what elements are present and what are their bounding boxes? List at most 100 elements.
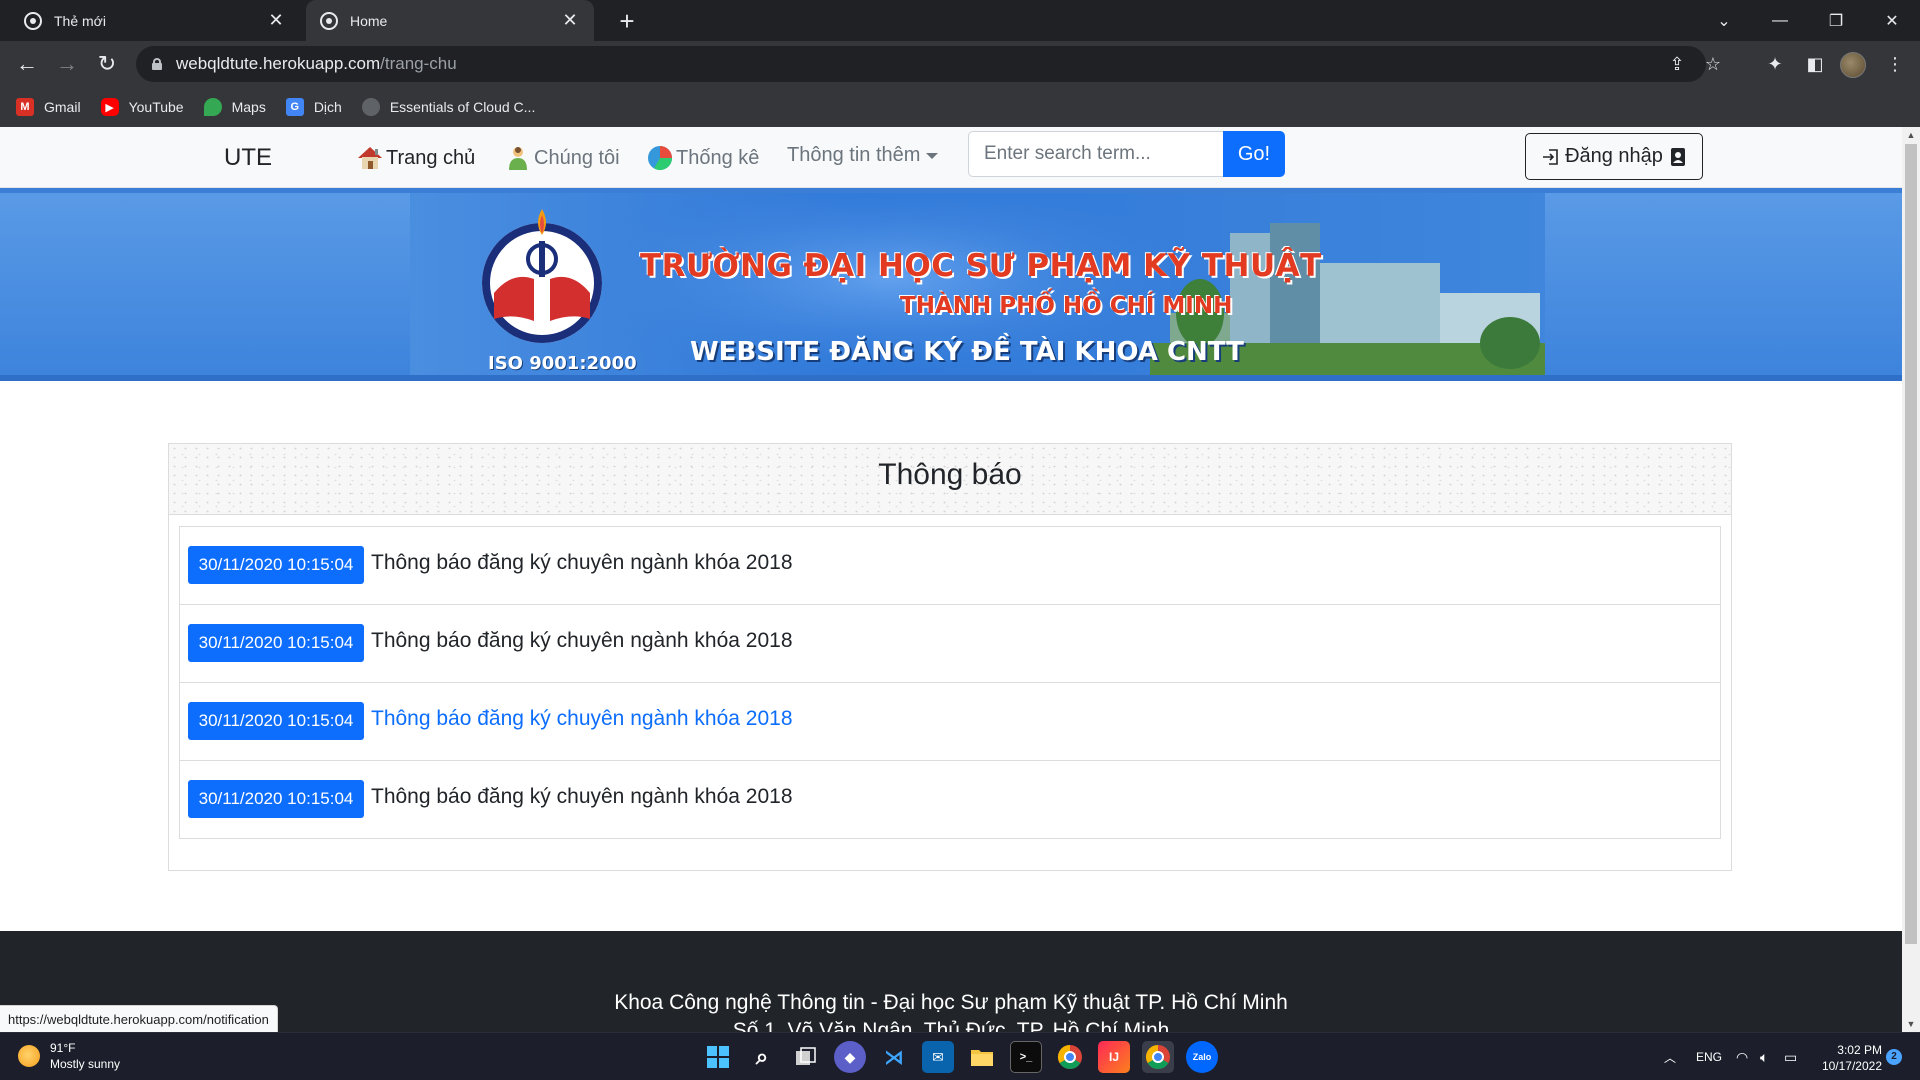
tab-title: Thẻ mới: [54, 12, 106, 29]
notification-badge[interactable]: 2: [1886, 1049, 1902, 1065]
site-footer: Khoa Công nghệ Thông tin - Đại học Sư ph…: [0, 931, 1902, 1032]
notice-card-header: Thông báo: [169, 444, 1731, 515]
lock-icon[interactable]: [152, 58, 162, 70]
notice-link[interactable]: Thông báo đăng ký chuyên ngành khóa 2018: [371, 629, 793, 653]
banner-bottom-strip: [0, 375, 1902, 381]
search-icon[interactable]: ⌕: [746, 1041, 778, 1073]
nav-label: Thống kê: [676, 146, 760, 169]
restore-button[interactable]: ❐: [1808, 0, 1864, 41]
search-go-button[interactable]: Go!: [1223, 131, 1285, 177]
nav-trang-chu[interactable]: Trang chủ: [356, 144, 475, 172]
chrome-active-icon[interactable]: [1142, 1041, 1174, 1073]
browser-toolbar: ← → ↻ webqldtute.herokuapp.com/trang-chu…: [0, 41, 1920, 87]
close-tab-icon[interactable]: ✕: [266, 10, 286, 31]
banner-iso-label: ISO 9001:2000: [488, 353, 637, 374]
url-path: /trang-chu: [380, 54, 457, 73]
bookmark-maps[interactable]: Maps: [203, 98, 266, 116]
zalo-icon[interactable]: Zalo: [1186, 1041, 1218, 1073]
bookmark-label: Gmail: [44, 99, 81, 115]
battery-icon[interactable]: ▭: [1784, 1033, 1797, 1080]
footer-address: Số 1, Võ Văn Ngân, Thủ Đức, TP. Hồ Chí M…: [732, 1019, 1170, 1032]
notice-item[interactable]: 30/11/2020 10:15:04 Thông báo đăng ký ch…: [179, 526, 1721, 605]
reload-button[interactable]: ↻: [92, 49, 122, 79]
nav-thong-tin-them-dropdown[interactable]: Thông tin thêm: [787, 144, 939, 167]
url-host: webqldtute.herokuapp.com: [176, 54, 381, 73]
nav-thong-ke[interactable]: Thống kê: [646, 144, 759, 172]
status-bar-url: https://webqldtute.herokuapp.com/notific…: [0, 1005, 278, 1032]
notice-link-hovered[interactable]: Thông báo đăng ký chuyên ngành khóa 2018: [371, 707, 793, 731]
teams-chat-icon[interactable]: ◆: [834, 1041, 866, 1073]
bookmark-essentials-cloud[interactable]: Essentials of Cloud C...: [361, 98, 536, 116]
scrollbar-thumb[interactable]: [1905, 144, 1917, 944]
back-button[interactable]: ←: [12, 49, 42, 79]
volume-icon[interactable]: 🔈︎: [1760, 1033, 1768, 1080]
nav-label: Thông tin thêm: [787, 144, 921, 166]
terminal-icon[interactable]: >_: [1010, 1041, 1042, 1073]
site-navbar: UTE Trang chủ Chúng tôi Thống kê Thông t…: [0, 127, 1902, 188]
file-explorer-icon[interactable]: [966, 1041, 998, 1073]
close-tab-icon[interactable]: ✕: [560, 10, 580, 31]
notice-item[interactable]: 30/11/2020 10:15:04 Thông báo đăng ký ch…: [179, 760, 1721, 839]
search-input[interactable]: [968, 131, 1224, 177]
banner-image: TRƯỜNG ĐẠI HỌC SƯ PHẠM KỸ THUẬT THÀNH PH…: [410, 193, 1545, 381]
tab-search-icon[interactable]: ⌄: [1696, 0, 1752, 41]
input-language[interactable]: ENG: [1696, 1033, 1722, 1080]
menu-icon[interactable]: ⋮: [1880, 49, 1910, 79]
notice-card: Thông báo 30/11/2020 10:15:04 Thông báo …: [168, 443, 1732, 871]
notice-item[interactable]: 30/11/2020 10:15:04 Thông báo đăng ký ch…: [179, 604, 1721, 683]
notice-item[interactable]: 30/11/2020 10:15:04 Thông báo đăng ký ch…: [179, 682, 1721, 761]
chrome-icon[interactable]: [1054, 1041, 1086, 1073]
date-badge: 30/11/2020 10:15:04: [188, 624, 364, 662]
scroll-down-arrow-icon[interactable]: ▼: [1902, 1016, 1920, 1032]
start-button[interactable]: [702, 1041, 734, 1073]
nav-chung-toi[interactable]: Chúng tôi: [504, 144, 620, 172]
brand-link[interactable]: UTE: [224, 144, 272, 172]
login-button[interactable]: Đăng nhập: [1525, 133, 1703, 180]
vscode-icon[interactable]: ⋊: [878, 1041, 910, 1073]
side-panel-icon[interactable]: ◧: [1800, 49, 1830, 79]
notice-link[interactable]: Thông báo đăng ký chuyên ngành khóa 2018: [371, 785, 793, 809]
weather-desc: Mostly sunny: [50, 1057, 121, 1071]
close-window-button[interactable]: ✕: [1864, 0, 1920, 41]
share-icon[interactable]: ⇪: [1662, 46, 1692, 82]
bookmark-gmail[interactable]: M Gmail: [16, 98, 81, 116]
tray-overflow-icon[interactable]: ︿: [1664, 1033, 1676, 1080]
mail-icon[interactable]: ✉: [922, 1041, 954, 1073]
scroll-up-arrow-icon[interactable]: ▲: [1902, 127, 1920, 143]
date-badge: 30/11/2020 10:15:04: [188, 546, 364, 584]
new-tab-button[interactable]: +: [612, 6, 642, 37]
bookmark-translate[interactable]: G Dịch: [285, 98, 342, 116]
home-icon: [358, 147, 382, 169]
bookmark-youtube[interactable]: ▶ YouTube: [100, 98, 184, 116]
notice-link[interactable]: Thông báo đăng ký chuyên ngành khóa 2018: [371, 551, 793, 575]
school-logo-icon: [482, 209, 602, 343]
tab-new-tab[interactable]: Thẻ mới ✕: [10, 0, 300, 41]
intellij-icon[interactable]: IJ: [1098, 1041, 1130, 1073]
address-bar[interactable]: webqldtute.herokuapp.com/trang-chu ⇪ ☆: [136, 46, 1721, 82]
date-badge: 30/11/2020 10:15:04: [188, 780, 364, 818]
youtube-icon: ▶: [100, 98, 119, 116]
tab-home[interactable]: Home ✕: [306, 0, 594, 41]
clock-time: 3:02 PM: [1837, 1043, 1882, 1057]
bookmark-label: Dịch: [313, 99, 342, 115]
translate-icon: G: [285, 98, 304, 116]
task-view-icon[interactable]: [790, 1041, 822, 1073]
school-banner: TRƯỜNG ĐẠI HỌC SƯ PHẠM KỸ THUẬT THÀNH PH…: [0, 193, 1902, 381]
bookmark-star-icon[interactable]: ☆: [1698, 46, 1728, 82]
bookmark-label: YouTube: [128, 99, 184, 115]
profile-avatar[interactable]: [1840, 52, 1866, 78]
maps-icon: [203, 98, 222, 116]
page-scrollbar[interactable]: ▲ ▼: [1902, 127, 1920, 1032]
footer-faculty: Khoa Công nghệ Thông tin - Đại học Sư ph…: [614, 991, 1288, 1014]
bookmark-label: Essentials of Cloud C...: [389, 99, 536, 115]
globe-icon: [361, 98, 380, 116]
extensions-icon[interactable]: ✦: [1760, 49, 1790, 79]
system-clock[interactable]: 3:02 PM 10/17/2022: [1812, 1042, 1882, 1074]
minimize-button[interactable]: —: [1752, 0, 1808, 41]
wifi-icon[interactable]: ◠: [1736, 1033, 1748, 1080]
login-arrow-icon: [1543, 148, 1558, 165]
forward-button[interactable]: →: [52, 49, 82, 79]
weather-widget[interactable]: 91°F Mostly sunny: [18, 1040, 120, 1072]
globe-icon: [320, 11, 338, 30]
pie-chart-icon: [648, 146, 672, 171]
